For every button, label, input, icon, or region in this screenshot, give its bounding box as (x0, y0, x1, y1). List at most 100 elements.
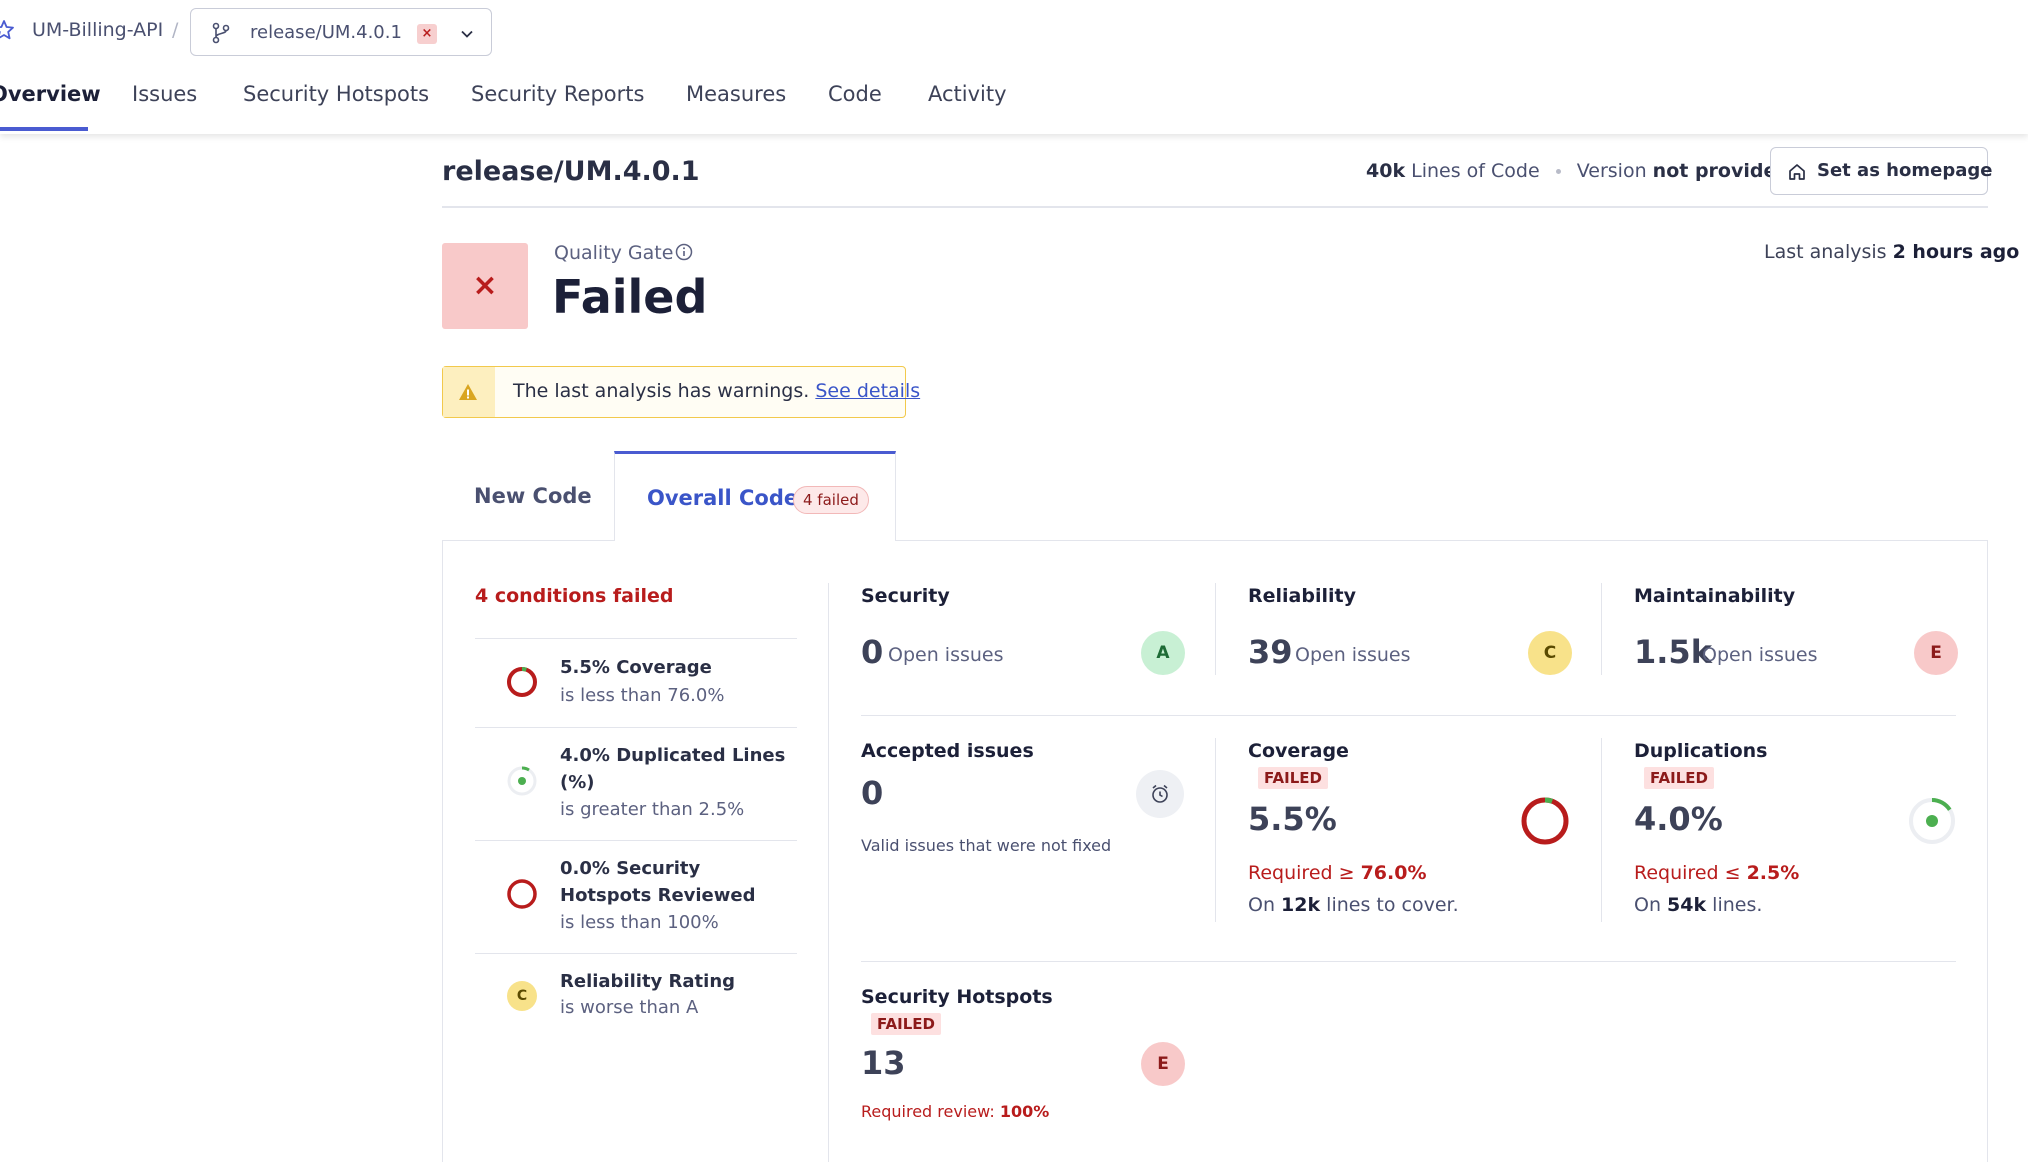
breadcrumb-separator: / (172, 19, 179, 41)
set-homepage-button[interactable]: Set as homepage (1770, 147, 1992, 195)
conditions-failed-heading: 4 conditions failed (475, 585, 674, 607)
condition-item[interactable]: 5.5% Coverage is less than 76.0% (475, 639, 797, 727)
loc-value: 40k (1366, 160, 1406, 182)
quality-gate-status: Failed (552, 270, 708, 324)
condition-subtitle: is greater than 2.5% (560, 799, 745, 820)
warning-message: The last analysis has warnings. See deta… (513, 380, 920, 402)
last-analysis-value: 2 hours ago (1892, 241, 2020, 263)
condition-title: 0.0% Security Hotspots Reviewed (560, 858, 756, 906)
warning-icon (459, 384, 477, 400)
maintainability-title: Maintainability (1634, 585, 1796, 607)
condition-title: Reliability Rating (560, 971, 736, 992)
page-title: release/UM.4.0.1 (442, 156, 700, 187)
branch-name: release/UM.4.0.1 (250, 22, 402, 43)
condition-item[interactable]: 0.0% Security Hotspots Reviewed is less … (475, 841, 797, 953)
divider (828, 583, 829, 1162)
security-grade-badge[interactable]: A (1141, 631, 1185, 675)
nav-active-indicator (0, 127, 88, 131)
chevron-down-icon[interactable] (457, 24, 477, 44)
condition-title: 4.0% Duplicated Lines (%) (560, 745, 786, 793)
version-label: Version (1576, 160, 1647, 182)
coverage-value[interactable]: 5.5% (1248, 800, 1337, 838)
branch-failed-icon: × (417, 24, 437, 44)
nav-measures[interactable]: Measures (686, 82, 786, 106)
top-header: UM-Billing-API / release/UM.4.0.1 × Over… (0, 0, 2028, 134)
divider (1215, 738, 1216, 922)
condition-subtitle: is less than 76.0% (560, 685, 725, 706)
loc-label: Lines of Code (1411, 160, 1540, 182)
tab-new-code[interactable]: New Code (474, 484, 592, 508)
security-hotspots-grade-badge[interactable]: E (1141, 1042, 1185, 1086)
star-icon[interactable] (0, 18, 16, 42)
quality-gate-status-box: × (442, 243, 528, 329)
tab-overall-code[interactable]: Overall Code 4 failed (614, 451, 896, 541)
last-analysis-label: Last analysis (1764, 241, 1887, 263)
duplications-donut-chart (1909, 798, 1955, 844)
info-icon[interactable] (674, 242, 694, 262)
warning-icon-area (443, 367, 495, 417)
coverage-required-label: Required ≥ (1248, 862, 1355, 884)
nav-overview[interactable]: Overview (0, 82, 101, 106)
coverage-lines-suffix: lines to cover. (1326, 894, 1459, 916)
security-hotspots-failed-tag: FAILED (871, 1013, 941, 1035)
maintainability-unit: Open issues (1702, 644, 1818, 666)
duplications-value[interactable]: 4.0% (1634, 800, 1723, 838)
condition-item[interactable]: C Reliability Rating is worse than A (475, 954, 797, 1044)
duplications-failed-tag: FAILED (1644, 767, 1714, 789)
maintainability-value[interactable]: 1.5k (1634, 633, 1712, 671)
project-name-link[interactable]: UM-Billing-API (32, 19, 163, 41)
divider (861, 961, 1956, 962)
alarm-clock-icon (1152, 784, 1168, 803)
accepted-issues-value[interactable]: 0 (861, 774, 883, 812)
duplications-required-label: Required ≤ (1634, 862, 1741, 884)
security-title: Security (861, 585, 950, 607)
nav-security-hotspots[interactable]: Security Hotspots (243, 82, 429, 106)
coverage-requirement: Required ≥ 76.0% (1248, 862, 1427, 884)
branch-icon (212, 22, 230, 44)
reliability-value[interactable]: 39 (1248, 633, 1293, 671)
divider (1215, 583, 1216, 675)
accepted-issues-note: Valid issues that were not fixed (861, 836, 1112, 855)
duplication-donut-icon (507, 766, 537, 796)
condition-title: 5.5% Coverage (560, 657, 712, 678)
branch-selector[interactable]: release/UM.4.0.1 × (190, 8, 492, 56)
warning-text: The last analysis has warnings. (513, 380, 810, 402)
nav-security-reports[interactable]: Security Reports (471, 82, 644, 106)
security-hotspots-value[interactable]: 13 (861, 1044, 906, 1082)
security-value[interactable]: 0 (861, 633, 883, 671)
reliability-rating-badge: C (507, 981, 537, 1011)
duplications-requirement: Required ≤ 2.5% (1634, 862, 1799, 884)
failed-count-badge: 4 failed (793, 486, 869, 514)
divider (1601, 738, 1602, 922)
reliability-title: Reliability (1248, 585, 1356, 607)
coverage-required-value: 76.0% (1360, 862, 1427, 884)
nav-issues[interactable]: Issues (132, 82, 197, 106)
security-hotspots-requirement: Required review: 100% (861, 1102, 1049, 1121)
accepted-issues-icon-badge (1136, 770, 1184, 818)
condition-subtitle: is less than 100% (560, 912, 719, 933)
coverage-lines-value: 12k (1281, 894, 1321, 916)
security-hotspots-title: Security Hotspots (861, 986, 1053, 1008)
maintainability-grade-badge[interactable]: E (1914, 631, 1958, 675)
hotspots-required-value: 100% (999, 1102, 1050, 1121)
condition-subtitle: is worse than A (560, 997, 699, 1018)
home-icon (1789, 164, 1805, 180)
nav-code[interactable]: Code (828, 82, 882, 106)
coverage-donut-chart (1521, 797, 1569, 845)
accepted-issues-title: Accepted issues (861, 740, 1034, 762)
coverage-failed-tag: FAILED (1258, 767, 1328, 789)
divider (861, 715, 1956, 716)
duplications-required-value: 2.5% (1746, 862, 1800, 884)
hotspots-donut-icon (507, 879, 537, 909)
nav-activity[interactable]: Activity (928, 82, 1007, 106)
security-unit: Open issues (888, 644, 1004, 666)
analysis-warning-banner: The last analysis has warnings. See deta… (442, 366, 920, 418)
duplications-lines-value: 54k (1667, 894, 1707, 916)
reliability-unit: Open issues (1295, 644, 1411, 666)
condition-item[interactable]: 4.0% Duplicated Lines (%) is greater tha… (475, 728, 797, 840)
divider (1601, 583, 1602, 675)
reliability-grade-badge[interactable]: C (1528, 631, 1572, 675)
coverage-donut-icon (507, 667, 537, 697)
quality-gate-label: Quality Gate (554, 242, 674, 264)
see-details-link[interactable]: See details (815, 380, 920, 402)
